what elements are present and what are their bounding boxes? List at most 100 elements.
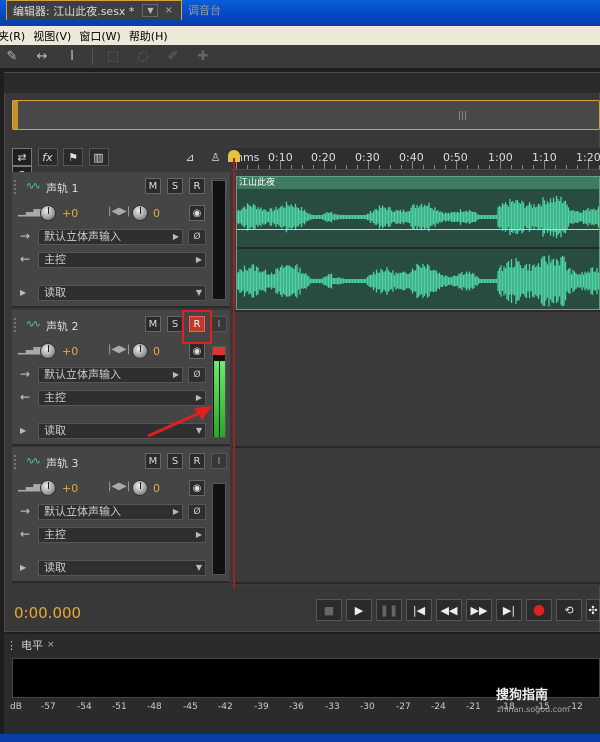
highlight-box (182, 310, 212, 344)
ruler-tick (577, 165, 578, 169)
record-arm-button[interactable]: R (189, 453, 205, 469)
automation-mode-select[interactable]: 读取 ▼ (38, 285, 206, 301)
tab-levels[interactable]: ⋮ 电平 × (6, 636, 55, 654)
inputs-outputs-icon[interactable]: ⇄ (12, 148, 32, 166)
phase-invert-icon[interactable]: Ø (188, 229, 206, 245)
volume-value[interactable]: +0 (62, 207, 78, 220)
phase-invert-icon[interactable]: Ø (188, 504, 206, 520)
stereo-icon[interactable]: ◉ (189, 205, 205, 221)
metronome-icon[interactable]: ⊿ (180, 148, 200, 166)
expand-icon[interactable]: ▶ (20, 288, 26, 297)
pan-knob[interactable] (132, 343, 148, 359)
input-select[interactable]: 默认立体声输入 ▶ (38, 367, 183, 383)
stereo-icon[interactable]: ◉ (189, 480, 205, 496)
go-to-start-button[interactable]: |◀ (406, 599, 432, 621)
chevron-down-icon[interactable]: ▼ (142, 4, 159, 17)
chevron-right-icon: ▶ (172, 507, 179, 516)
mute-button[interactable]: M (145, 316, 161, 332)
grip-icon[interactable]: ||| (458, 111, 467, 121)
eq-icon[interactable]: ▥ (88, 148, 109, 166)
tab-mixer[interactable]: 调音台 (182, 0, 236, 20)
audio-clip[interactable]: 江山此夜 (236, 176, 600, 310)
loop-button[interactable]: ⟲ (556, 599, 582, 621)
drag-grip-icon[interactable] (14, 318, 18, 332)
phase-invert-icon[interactable]: Ø (188, 367, 206, 383)
navigator-handle[interactable] (13, 101, 18, 129)
stop-button[interactable]: ■ (316, 599, 342, 621)
paint-bucket-icon[interactable]: ✎ (2, 48, 22, 66)
expand-icon[interactable]: ▶ (20, 563, 26, 572)
menu-item-clip[interactable]: 夹(R) (0, 28, 33, 44)
volume-envelope-line[interactable] (237, 229, 599, 230)
time-display[interactable]: 0:00.000 (14, 604, 81, 622)
mute-button[interactable]: M (145, 178, 161, 194)
stereo-icon[interactable]: ◉ (189, 343, 205, 359)
track-name[interactable]: 声轨 1 (46, 180, 79, 196)
grip-icon[interactable]: ⋮ (6, 639, 17, 652)
close-icon[interactable]: × (47, 640, 55, 650)
play-button[interactable]: ▶ (346, 599, 372, 621)
input-select[interactable]: 默认立体声输入 ▶ (38, 229, 183, 245)
skip-button[interactable]: ✣ (586, 599, 600, 621)
clip-indicator (213, 347, 225, 355)
menu-item-window[interactable]: 窗口(W) (79, 28, 128, 44)
healing-icon[interactable]: ✚ (193, 48, 213, 66)
ruler-tick (434, 165, 435, 169)
output-select[interactable]: 主控 ▶ (38, 527, 206, 543)
menu-item-view[interactable]: 视图(V) (33, 28, 79, 44)
output-select[interactable]: 主控 ▶ (38, 252, 206, 268)
marquee-icon[interactable]: ⬚ (103, 48, 123, 66)
drag-grip-icon[interactable] (14, 455, 18, 469)
sends-icon[interactable]: ⚑ (63, 148, 83, 166)
chevron-right-icon: ▶ (172, 232, 179, 241)
tab-editor[interactable]: 编辑器: 江山此夜.sesx * ▼ × (6, 0, 182, 20)
pause-button[interactable]: ❚❚ (376, 599, 402, 621)
expand-icon[interactable]: ▶ (20, 426, 26, 435)
record-arm-button[interactable]: R (189, 178, 205, 194)
input-select[interactable]: 默认立体声输入 ▶ (38, 504, 183, 520)
go-to-end-button[interactable]: ▶| (496, 599, 522, 621)
playhead[interactable] (233, 158, 235, 588)
pan-knob[interactable] (132, 480, 148, 496)
brush-icon[interactable]: ✐ (163, 48, 183, 66)
lasso-icon[interactable]: ◌ (133, 48, 153, 66)
input-monitor-button[interactable]: I (211, 316, 227, 332)
track-name[interactable]: 声轨 3 (46, 455, 79, 471)
menu-item-help[interactable]: 帮助(H) (129, 28, 176, 44)
timeline-ruler[interactable]: hms 0:10 0:20 0:30 0:40 0:50 1:00 1:10 1… (232, 148, 600, 170)
track-name[interactable]: 声轨 2 (46, 318, 79, 334)
pan-value[interactable]: 0 (153, 482, 160, 495)
volume-value[interactable]: +0 (62, 482, 78, 495)
volume-knob[interactable] (40, 205, 56, 221)
waveform-icon: ∿∿ (26, 319, 41, 330)
volume-knob[interactable] (40, 480, 56, 496)
output-arrow-icon: ← (20, 527, 31, 541)
record-button[interactable]: ● (526, 599, 552, 621)
pan-knob[interactable] (132, 205, 148, 221)
effects-icon[interactable]: fx (37, 148, 58, 166)
volume-icon: ▁▃▅ (18, 344, 42, 355)
volume-knob[interactable] (40, 343, 56, 359)
pan-value[interactable]: 0 (153, 207, 160, 220)
input-monitor-button[interactable]: I (211, 453, 227, 469)
text-cursor-icon[interactable]: I (62, 48, 82, 66)
pan-value[interactable]: 0 (153, 345, 160, 358)
solo-button[interactable]: S (167, 178, 183, 194)
monitor-icon[interactable]: ♙ (206, 148, 226, 166)
drag-grip-icon[interactable] (14, 180, 18, 194)
time-selection-icon[interactable]: ↔ (32, 48, 52, 66)
waveform-icon: ∿∿ (26, 181, 41, 192)
mute-button[interactable]: M (145, 453, 161, 469)
close-icon[interactable]: × (164, 5, 172, 16)
input-arrow-icon: → (20, 367, 31, 381)
fast-forward-button[interactable]: ▶▶ (466, 599, 492, 621)
pan-icon: |◀▶| (108, 481, 131, 492)
volume-value[interactable]: +0 (62, 345, 78, 358)
automation-mode-select[interactable]: 读取 ▼ (38, 560, 206, 576)
solo-button[interactable]: S (167, 316, 183, 332)
solo-button[interactable]: S (167, 453, 183, 469)
rewind-button[interactable]: ◀◀ (436, 599, 462, 621)
ruler-tick (379, 165, 380, 169)
db-scale-label: dB (10, 702, 22, 712)
zoom-navigator[interactable]: ||| (12, 100, 600, 130)
